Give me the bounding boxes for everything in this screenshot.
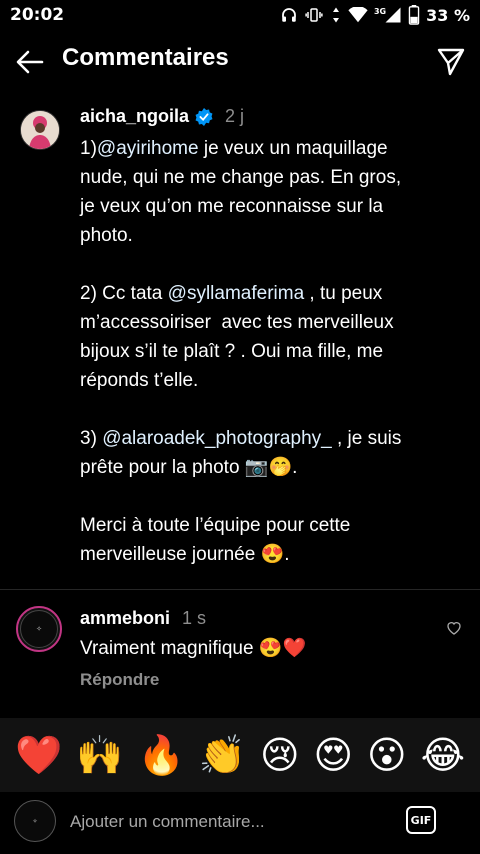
caption-text-segment: 3): [80, 428, 103, 449]
post-caption: aicha_ngoila 2 j 1)@ayirihome je veux un…: [0, 100, 480, 588]
status-time: 20:02: [10, 5, 65, 25]
avatar[interactable]: ✧: [16, 606, 62, 652]
caption-text-segment: Merci à toute l’équipe pour cette: [80, 515, 351, 536]
caption-text-segment: , tu peux: [304, 283, 383, 304]
caption-line: bijoux s’il te plaît ? . Oui ma fille, m…: [80, 337, 452, 366]
battery-icon: [408, 5, 420, 25]
mention-link[interactable]: @ayirihome: [97, 138, 199, 159]
avatar-logo: ✧: [20, 610, 58, 648]
comment-input-bar: ✧ GIF: [0, 792, 480, 854]
timestamp: 1 s: [182, 608, 207, 628]
caption-line: Merci à toute l’équipe pour cette: [80, 511, 452, 540]
comment: ✧ ammeboni 1 s Vraiment magnifique 😍❤️ R…: [0, 590, 480, 715]
caption-header: aicha_ngoila 2 j: [80, 106, 244, 127]
emoji-reaction-button[interactable]: 🙌: [76, 736, 123, 774]
emoji-reaction-button[interactable]: 😢: [260, 736, 300, 774]
username[interactable]: ammeboni: [80, 608, 170, 629]
emoji-reaction-button[interactable]: 👏: [199, 736, 246, 774]
caption-text-segment: prête pour la photo 📷🤭.: [80, 457, 298, 478]
emoji-reaction-button[interactable]: 😂: [421, 736, 465, 774]
caption-text-segment: 1): [80, 138, 97, 159]
verified-badge-icon: [195, 107, 213, 126]
caption-line: [80, 395, 452, 424]
profile-photo-icon: [21, 111, 59, 149]
caption-line: m’accessoiriser avec tes merveilleux: [80, 308, 452, 337]
caption-text: 1)@ayirihome je veux un maquillage nude, …: [80, 134, 452, 569]
caption-text-segment: merveilleuse journée 😍.: [80, 544, 290, 565]
share-icon[interactable]: [436, 46, 466, 76]
vibrate-icon: [305, 8, 323, 22]
emoji-reaction-bar: ❤️ 🙌 🔥 👏 😢 😍 😮 😂: [0, 718, 480, 792]
comment-text: Vraiment magnifique 😍❤️: [80, 638, 307, 659]
mention-link[interactable]: @syllamaferima: [168, 283, 304, 304]
page-title: Commentaires: [62, 44, 229, 71]
data-transfer-icon: [332, 7, 339, 23]
emoji-reaction-button[interactable]: 🔥: [137, 736, 184, 774]
caption-text-segment: je veux qu’on me reconnaisse sur la: [80, 196, 384, 217]
caption-line: nude, qui ne me change pas. En gros,: [80, 163, 452, 192]
caption-line: 1)@ayirihome je veux un maquillage: [80, 134, 452, 163]
caption-line: photo.: [80, 221, 452, 250]
avatar: ✧: [14, 800, 56, 842]
username[interactable]: aicha_ngoila: [80, 106, 189, 127]
caption-line: [80, 250, 452, 279]
mention-link[interactable]: @alaroadek_photography_: [102, 428, 332, 449]
wifi-icon: [348, 7, 368, 23]
caption-text-segment: 2) Cc tata: [80, 283, 168, 304]
emoji-reaction-button[interactable]: 😍: [314, 736, 354, 774]
avatar[interactable]: [20, 110, 60, 150]
caption-text-segment: je veux un maquillage: [198, 138, 388, 159]
heart-icon[interactable]: [446, 620, 462, 636]
reply-button[interactable]: Répondre: [80, 670, 159, 690]
back-arrow-icon[interactable]: [14, 46, 46, 78]
caption-line: [80, 482, 452, 511]
caption-text-segment: nude, qui ne me change pas. En gros,: [80, 167, 402, 188]
emoji-reaction-button[interactable]: 😮: [367, 736, 407, 774]
comment-header: ammeboni 1 s: [80, 608, 206, 629]
headphones-icon: [282, 8, 296, 22]
emoji-reaction-button[interactable]: ❤️: [15, 736, 62, 774]
caption-text-segment: réponds t’elle.: [80, 370, 199, 391]
caption-line: je veux qu’on me reconnaisse sur la: [80, 192, 452, 221]
signal-icon: [385, 7, 401, 23]
caption-line: 2) Cc tata @syllamaferima , tu peux: [80, 279, 452, 308]
status-bar: 20:02 3G 33 %: [0, 0, 480, 32]
header: Commentaires: [0, 32, 480, 90]
caption-text-segment: bijoux s’il te plaît ? . Oui ma fille, m…: [80, 341, 384, 362]
battery-percent: 33 %: [426, 5, 470, 25]
timestamp: 2 j: [225, 106, 245, 126]
caption-line: 3) @alaroadek_photography_ , je suis: [80, 424, 452, 453]
caption-text-segment: , je suis: [331, 428, 402, 449]
status-icons: 3G 33 %: [280, 5, 470, 25]
caption-text-segment: m’accessoiriser avec tes merveilleux: [80, 312, 394, 333]
caption-line: prête pour la photo 📷🤭.: [80, 453, 452, 482]
caption-line: merveilleuse journée 😍.: [80, 540, 452, 569]
gif-button[interactable]: GIF: [406, 806, 436, 834]
caption-text-segment: photo.: [80, 225, 133, 246]
comment-input[interactable]: [68, 808, 392, 836]
caption-line: réponds t’elle.: [80, 366, 452, 395]
